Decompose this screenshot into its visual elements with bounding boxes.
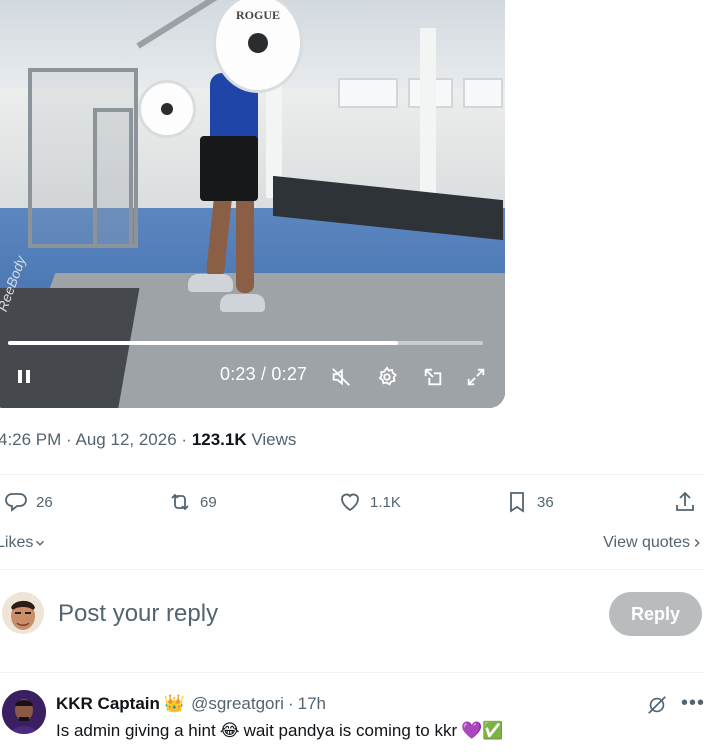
muted-speaker-icon	[332, 368, 350, 386]
video-progress-bar[interactable]	[8, 341, 483, 345]
barbell-plate	[138, 80, 196, 138]
reply-input[interactable]: Post your reply	[58, 600, 218, 628]
post-date[interactable]: Aug 12, 2026	[76, 430, 177, 449]
divider	[0, 672, 704, 673]
bookmark-count: 36	[537, 493, 554, 511]
pause-button[interactable]	[16, 368, 32, 384]
engagement-links: Likes View quotes	[0, 534, 704, 556]
plate-label: ROGUE	[235, 8, 280, 22]
video-time: 0:23 / 0:27	[220, 364, 308, 384]
reply-icon	[5, 493, 27, 512]
chevron-down-icon	[36, 540, 45, 546]
reply-header: KKR Captain 👑 @sgreatgori · 17h	[56, 694, 326, 714]
gear-icon	[378, 366, 397, 386]
share-icon	[676, 491, 694, 511]
fullscreen-icon	[467, 368, 485, 386]
video-progress-fill	[8, 341, 398, 345]
reply-composer: Post your reply Reply	[0, 588, 704, 648]
share-action[interactable]	[673, 490, 705, 514]
picture-in-picture-icon	[424, 368, 442, 386]
reply-author-name[interactable]: KKR Captain	[56, 694, 160, 714]
post-metadata: 4:26 PM · Aug 12, 2026 · 123.1K Views	[0, 430, 297, 449]
repost-icon	[171, 493, 189, 511]
view-quotes-link[interactable]: View quotes	[603, 534, 704, 552]
fullscreen-button[interactable]	[465, 366, 487, 388]
divider	[0, 474, 704, 475]
reply-count: 26	[36, 493, 53, 511]
reply-action[interactable]: 26	[4, 490, 53, 514]
heart-icon	[341, 493, 359, 512]
divider	[0, 569, 704, 570]
reply-author-handle[interactable]: @sgreatgori	[191, 694, 284, 714]
views-label: Views	[251, 430, 297, 449]
video-player[interactable]: ROGUE ReeBody 0:23 / 0:27	[0, 0, 505, 408]
bookmark-action[interactable]: 36	[505, 490, 554, 514]
likes-link[interactable]: Likes	[0, 534, 47, 552]
repost-action[interactable]: 69	[168, 490, 217, 514]
reply-text: Is admin giving a hint 😂 wait pandya is …	[56, 721, 504, 740]
settings-button[interactable]	[376, 366, 398, 388]
reply-post[interactable]: KKR Captain 👑 @sgreatgori · 17h Is admin…	[0, 684, 717, 755]
bookmark-icon	[510, 492, 524, 513]
avatar[interactable]	[2, 690, 46, 734]
post-time[interactable]: 4:26 PM	[0, 430, 61, 449]
mute-button[interactable]	[330, 366, 352, 388]
reply-age[interactable]: 17h	[298, 694, 326, 714]
post-actions: 26 69 1.1K 36	[0, 490, 704, 522]
user-avatar-image	[2, 592, 44, 634]
avatar[interactable]	[2, 592, 44, 634]
video-controls: 0:23 / 0:27	[0, 358, 505, 402]
crown-emoji: 👑	[163, 694, 186, 713]
purple-heart-emoji: 💜	[461, 721, 483, 740]
popout-button[interactable]	[422, 366, 444, 388]
chevron-right-icon	[694, 539, 700, 547]
like-count: 1.1K	[370, 493, 401, 511]
repost-count: 69	[200, 493, 217, 511]
views-count: 123.1K	[191, 430, 247, 449]
grok-icon[interactable]	[646, 694, 668, 716]
laughing-emoji: 😂	[219, 721, 240, 740]
pause-icon	[18, 369, 22, 383]
reply-author-avatar-image	[2, 690, 46, 734]
video-frame: ROGUE ReeBody	[0, 0, 505, 408]
check-mark-emoji: ✅	[482, 721, 504, 740]
reply-button[interactable]: Reply	[609, 592, 702, 636]
more-options-icon[interactable]: •••	[681, 693, 705, 713]
like-action[interactable]: 1.1K	[338, 490, 401, 514]
